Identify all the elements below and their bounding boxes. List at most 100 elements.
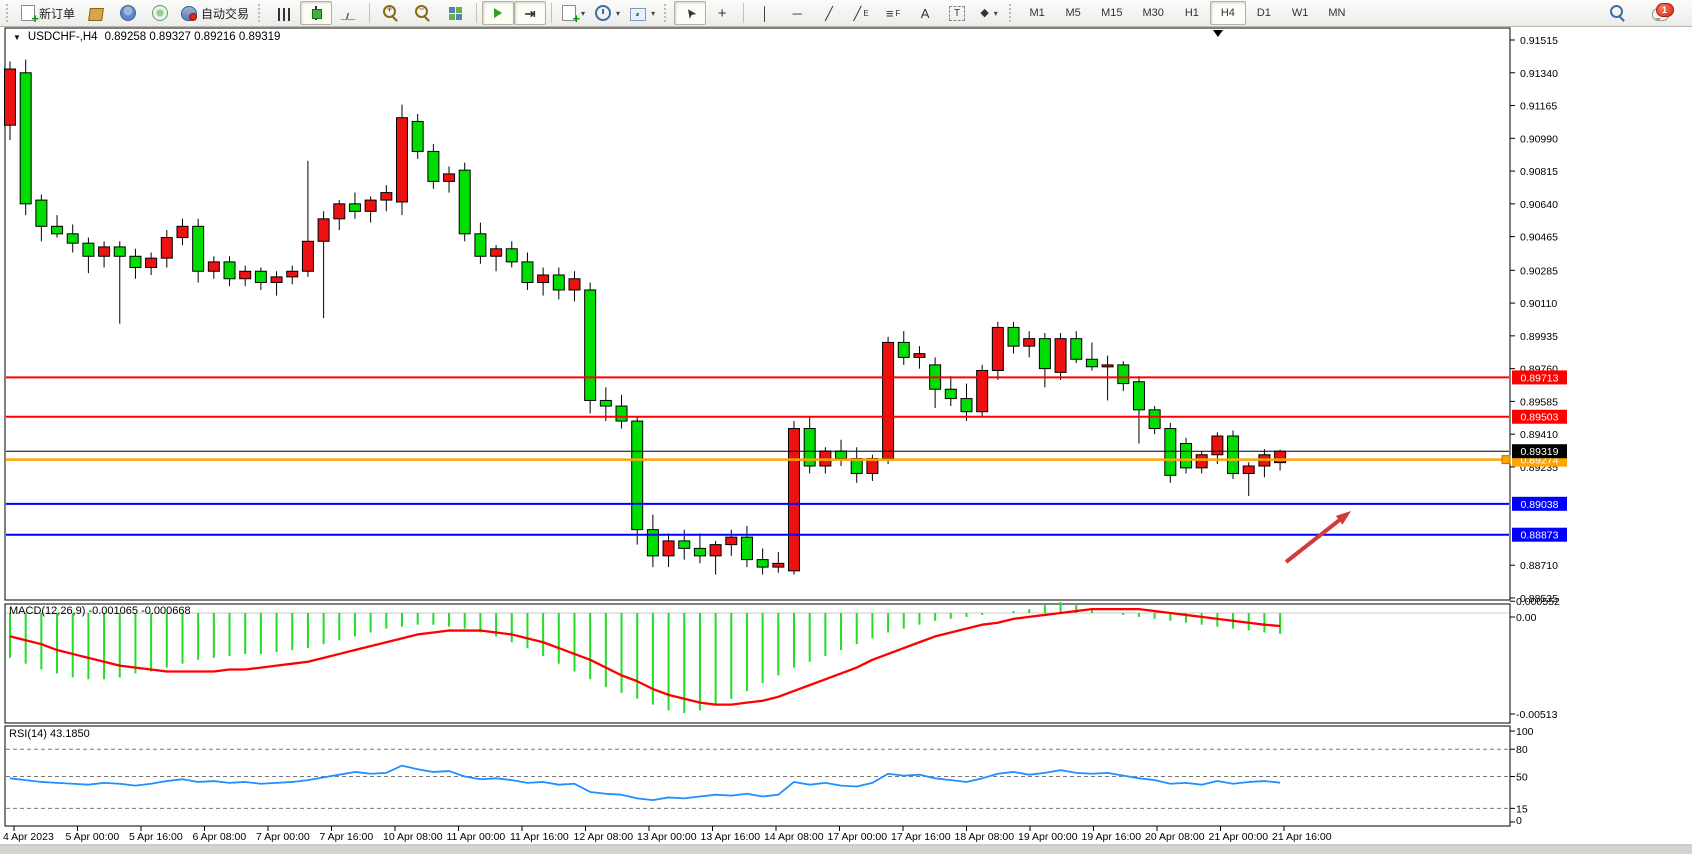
chevron-down-icon: ▾ — [651, 9, 655, 18]
candle-up — [538, 275, 549, 282]
signal-icon — [152, 5, 168, 21]
auto-trading-icon — [181, 6, 197, 21]
timeframe-m15-button[interactable]: M15 — [1091, 1, 1132, 25]
candle-down — [836, 451, 847, 458]
notification-badge: 1 — [1656, 3, 1674, 17]
chart-shift-button[interactable]: ⇥ — [514, 1, 546, 25]
candle-up — [1196, 455, 1207, 468]
chevron-down-icon: ▾ — [616, 9, 620, 18]
time-axis-label: 5 Apr 16:00 — [129, 831, 183, 843]
time-axis-label: 7 Apr 00:00 — [256, 831, 310, 843]
channel-tool-button[interactable]: ╱E — [845, 1, 877, 25]
candle-up — [208, 262, 219, 271]
time-axis-label: 17 Apr 00:00 — [828, 831, 888, 843]
indicators-icon — [562, 5, 576, 21]
trendline-tool-button[interactable]: ╱ — [813, 1, 845, 25]
tile-windows-button[interactable] — [439, 1, 471, 25]
timeframe-m1-button[interactable]: M1 — [1019, 1, 1055, 25]
candle-up — [99, 247, 110, 256]
timeframe-h4-button[interactable]: H4 — [1210, 1, 1246, 25]
resistance-tag-label: 0.89503 — [1521, 412, 1559, 424]
candle-down — [52, 226, 63, 233]
toolbar-grip — [6, 4, 12, 22]
timeframe-mn-button[interactable]: MN — [1318, 1, 1355, 25]
time-axis-label: 21 Apr 00:00 — [1209, 831, 1269, 843]
candle-up — [397, 118, 408, 202]
templates-button[interactable]: ▾ — [625, 1, 660, 25]
price-axis-label: 0.90285 — [1520, 265, 1558, 277]
price-axis-label: 0.90640 — [1520, 199, 1558, 211]
trendline-icon: ╱ — [825, 7, 833, 20]
candle-up — [444, 174, 455, 181]
notifications-button[interactable]: 1 — [1644, 1, 1676, 25]
candle-down — [1118, 365, 1129, 384]
main-chart-panel[interactable] — [5, 28, 1510, 600]
periods-button[interactable]: ▾ — [590, 1, 625, 25]
signals-button[interactable] — [144, 1, 176, 25]
horizontal-line-tool-button[interactable]: ─ — [781, 1, 813, 25]
candle-down — [1133, 382, 1144, 410]
price-axis-label: 0.90110 — [1520, 298, 1557, 310]
chart-canvas[interactable]: 0.915150.913400.911650.909900.908150.906… — [0, 0, 1692, 854]
timeframe-d1-button[interactable]: D1 — [1246, 1, 1282, 25]
timeframe-label: M5 — [1060, 7, 1085, 19]
line-chart-icon — [341, 7, 355, 20]
shapes-tool-button[interactable]: ◆▾ — [973, 1, 1005, 25]
symbol-timeframe-label: USDCHF-,H4 — [28, 31, 98, 43]
time-axis-label: 18 Apr 08:00 — [955, 831, 1015, 843]
candle-chart-button[interactable] — [300, 1, 332, 25]
line-chart-button[interactable] — [332, 1, 364, 25]
zoom-in-button[interactable]: + — [375, 1, 407, 25]
timeframe-m30-button[interactable]: M30 — [1132, 1, 1173, 25]
support-tag-label: 0.89038 — [1521, 499, 1559, 511]
price-axis-label: 0.91515 — [1520, 35, 1558, 47]
candle-down — [679, 541, 690, 548]
candle-down — [600, 400, 611, 406]
candle-up — [302, 241, 313, 271]
candle-down — [193, 226, 204, 271]
chart-dropdown-icon[interactable]: ▼ — [13, 33, 21, 42]
crosshair-tool-button[interactable]: + — [706, 1, 738, 25]
zoom-out-button[interactable]: − — [407, 1, 439, 25]
timeframe-w1-button[interactable]: W1 — [1282, 1, 1319, 25]
timeframe-m5-button[interactable]: M5 — [1055, 1, 1091, 25]
candle-up — [726, 537, 737, 544]
indicators-button[interactable]: ▾ — [557, 1, 590, 25]
separator — [476, 3, 477, 23]
separator — [743, 3, 744, 23]
text-tool-button[interactable]: A — [909, 1, 941, 25]
styler-button[interactable] — [80, 1, 112, 25]
candle-down — [1181, 444, 1192, 468]
time-axis-label: 20 Apr 08:00 — [1145, 831, 1205, 843]
vertical-line-tool-button[interactable]: │ — [749, 1, 781, 25]
chevron-down-icon: ▾ — [581, 9, 585, 18]
orange-line-anchor[interactable] — [1502, 456, 1510, 464]
auto-trading-button[interactable]: 自动交易 — [176, 1, 254, 25]
new-order-button[interactable]: 新订单 — [16, 1, 80, 25]
search-button[interactable] — [1602, 1, 1634, 25]
channel-sub-label: E — [863, 9, 868, 18]
chart-shift-icon: ⇥ — [525, 7, 536, 20]
candle-up — [177, 226, 188, 237]
auto-scroll-button[interactable] — [482, 1, 514, 25]
timeframe-h1-button[interactable]: H1 — [1174, 1, 1210, 25]
label-tool-button[interactable]: T — [941, 1, 973, 25]
separator — [551, 3, 552, 23]
resistance-tag-label: 0.89713 — [1521, 372, 1559, 384]
candle-down — [130, 256, 141, 267]
rsi-indicator-label: RSI(14) 43.1850 — [9, 728, 90, 740]
candle-down — [459, 170, 470, 234]
time-axis-label: 14 Apr 08:00 — [764, 831, 824, 843]
candle-down — [553, 275, 564, 290]
bar-chart-button[interactable] — [268, 1, 300, 25]
toolbar-grip — [1009, 4, 1015, 22]
profile-button[interactable] — [112, 1, 144, 25]
macd-axis-label: -0.00513 — [1516, 709, 1558, 721]
candle-down — [114, 247, 125, 256]
mt4-terminal: { "toolbar": { "new_order_label": "新订单",… — [0, 0, 1692, 854]
fibonacci-tool-button[interactable]: ≡F — [877, 1, 909, 25]
candle-down — [585, 290, 596, 400]
cursor-tool-button[interactable]: ➤ — [674, 1, 706, 25]
candle-down — [898, 342, 909, 357]
macd-panel[interactable] — [5, 604, 1510, 723]
